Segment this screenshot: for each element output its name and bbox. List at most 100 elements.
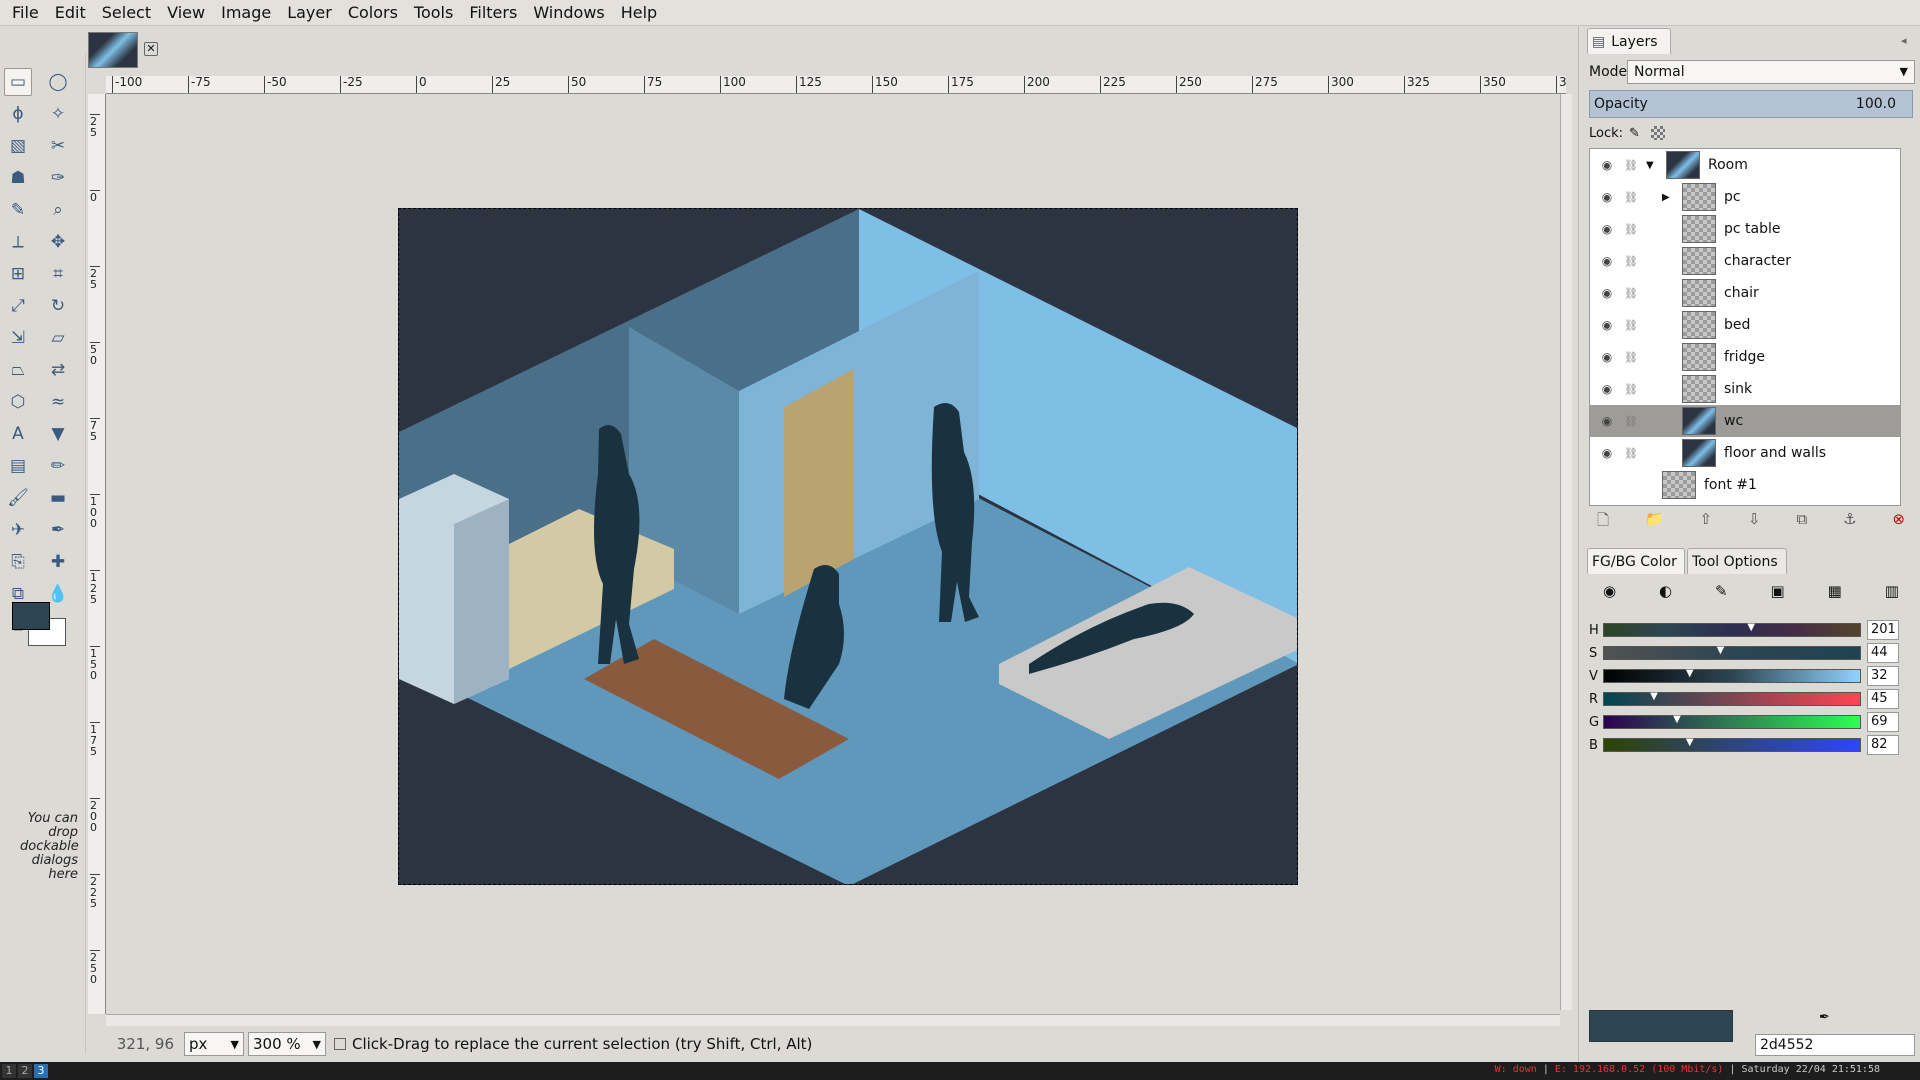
channel-value-input[interactable]: 44 bbox=[1867, 643, 1899, 663]
printer-selector-icon[interactable]: ▣ bbox=[1771, 582, 1785, 610]
color-picker-icon[interactable]: ✎ bbox=[4, 196, 32, 224]
unified-transform-icon[interactable]: ⤢ bbox=[4, 292, 32, 320]
layer-row[interactable]: ◉ ⛓ fridge bbox=[1590, 341, 1900, 373]
flip-icon[interactable]: ⇄ bbox=[44, 356, 72, 384]
scales-selector-icon[interactable]: ▥ bbox=[1885, 582, 1899, 610]
tab-fg-bg-color[interactable]: FG/BG Color bbox=[1587, 548, 1685, 574]
workspace-3[interactable]: 3 bbox=[34, 1064, 48, 1078]
ink-icon[interactable]: ✒ bbox=[44, 516, 72, 544]
chain-icon[interactable]: ⛓ bbox=[1624, 287, 1638, 300]
duplicate-layer-icon[interactable]: ⧉ bbox=[1796, 510, 1807, 534]
bucket-fill-icon[interactable]: ▼ bbox=[44, 420, 72, 448]
eye-icon[interactable]: ◉ bbox=[1598, 382, 1616, 396]
new-group-icon[interactable]: 📁 bbox=[1645, 510, 1664, 534]
layer-row[interactable]: ◉ ⛓ floor and walls bbox=[1590, 437, 1900, 469]
menu-view[interactable]: View bbox=[159, 0, 213, 26]
opacity-slider[interactable]: Opacity 100.0 bbox=[1589, 90, 1913, 118]
image-tab-thumbnail[interactable] bbox=[88, 32, 138, 68]
paths-icon[interactable]: ✑ bbox=[44, 164, 72, 192]
menu-tools[interactable]: Tools bbox=[406, 0, 461, 26]
panel-menu-icon[interactable]: ◂ bbox=[1901, 34, 1907, 47]
shear-icon[interactable]: ▱ bbox=[44, 324, 72, 352]
rotate-icon[interactable]: ↻ bbox=[44, 292, 72, 320]
paintbrush-icon[interactable]: 🖌 bbox=[4, 484, 32, 512]
channel-value-input[interactable]: 32 bbox=[1867, 666, 1899, 686]
pencil-icon[interactable]: ✏ bbox=[44, 452, 72, 480]
rect-select-icon[interactable]: ▭ bbox=[4, 68, 32, 96]
eye-icon[interactable]: ◉ bbox=[1598, 350, 1616, 364]
lower-layer-icon[interactable]: ⇩ bbox=[1748, 510, 1761, 534]
ellipse-select-icon[interactable]: ◯ bbox=[44, 68, 72, 96]
channel-value-input[interactable]: 201 bbox=[1867, 620, 1899, 640]
layer-row[interactable]: ◉ ⛓ character bbox=[1590, 245, 1900, 277]
menu-colors[interactable]: Colors bbox=[340, 0, 406, 26]
channel-slider[interactable]: ▼ bbox=[1603, 622, 1861, 637]
channel-slider[interactable]: ▼ bbox=[1603, 668, 1861, 683]
layer-row[interactable]: ◉ ⛓ pc table bbox=[1590, 213, 1900, 245]
lock-pixels-icon[interactable]: ✎ bbox=[1629, 126, 1640, 141]
raise-layer-icon[interactable]: ⇧ bbox=[1700, 510, 1713, 534]
slider-marker[interactable]: ▼ bbox=[1650, 691, 1658, 702]
move-icon[interactable]: ✥ bbox=[44, 228, 72, 256]
layer-row[interactable]: ◉ ⛓ bed bbox=[1590, 309, 1900, 341]
eraser-icon[interactable]: ▬ bbox=[44, 484, 72, 512]
free-select-icon[interactable]: ϕ bbox=[4, 100, 32, 128]
wheel-selector-icon[interactable]: ◐ bbox=[1659, 582, 1672, 610]
chain-icon[interactable]: ⛓ bbox=[1624, 223, 1638, 236]
layer-row[interactable]: ◉ ⛓ ▼ Room bbox=[1590, 149, 1900, 181]
layer-row[interactable]: ◉ ⛓ chair bbox=[1590, 277, 1900, 309]
foreground-color-swatch[interactable] bbox=[12, 602, 50, 630]
horizontal-scrollbar[interactable] bbox=[106, 1014, 1560, 1026]
workspace-1[interactable]: 1 bbox=[2, 1064, 16, 1078]
align-icon[interactable]: ⊞ bbox=[4, 260, 32, 288]
chain-icon[interactable]: ⛓ bbox=[1624, 159, 1638, 172]
crop-icon[interactable]: ⌗ bbox=[44, 260, 72, 288]
unit-selector[interactable]: px ▼ bbox=[184, 1032, 244, 1056]
scissors-select-icon[interactable]: ✂ bbox=[44, 132, 72, 160]
eye-icon[interactable]: ◉ bbox=[1598, 190, 1616, 204]
foreground-select-icon[interactable]: ☗ bbox=[4, 164, 32, 192]
eye-icon[interactable]: ◉ bbox=[1598, 254, 1616, 268]
channel-value-input[interactable]: 82 bbox=[1867, 735, 1899, 755]
slider-marker[interactable]: ▼ bbox=[1686, 737, 1694, 748]
expander-icon[interactable]: ▶ bbox=[1662, 192, 1670, 203]
image-canvas[interactable] bbox=[398, 208, 1298, 885]
slider-marker[interactable]: ▼ bbox=[1673, 714, 1681, 725]
slider-marker[interactable]: ▼ bbox=[1717, 645, 1725, 656]
chain-icon[interactable]: ⛓ bbox=[1624, 415, 1638, 428]
new-layer-icon[interactable]: 🗋 bbox=[1597, 510, 1609, 534]
expander-icon[interactable]: ▼ bbox=[1646, 160, 1654, 171]
fuzzy-select-icon[interactable]: ✧ bbox=[44, 100, 72, 128]
menu-edit[interactable]: Edit bbox=[47, 0, 94, 26]
menu-layer[interactable]: Layer bbox=[279, 0, 340, 26]
scale-icon[interactable]: ⇲ bbox=[4, 324, 32, 352]
channel-slider[interactable]: ▼ bbox=[1603, 737, 1861, 752]
layer-row[interactable]: ◉ ⛓ ▶ pc bbox=[1590, 181, 1900, 213]
delete-layer-icon[interactable]: ⊗ bbox=[1892, 510, 1905, 534]
gradient-icon[interactable]: ▤ bbox=[4, 452, 32, 480]
warp-transform-icon[interactable]: ≈ bbox=[44, 388, 72, 416]
layer-row[interactable]: font #1 bbox=[1590, 469, 1900, 501]
tab-tool-options[interactable]: Tool Options bbox=[1687, 548, 1787, 574]
menu-help[interactable]: Help bbox=[613, 0, 665, 26]
channel-value-input[interactable]: 69 bbox=[1867, 712, 1899, 732]
chain-icon[interactable]: ⛓ bbox=[1624, 351, 1638, 364]
fg-color-preview[interactable] bbox=[1589, 1010, 1733, 1042]
eye-icon[interactable]: ◉ bbox=[1598, 414, 1616, 428]
eye-icon[interactable]: ◉ bbox=[1598, 318, 1616, 332]
eye-icon[interactable]: ◉ bbox=[1598, 222, 1616, 236]
mode-selector[interactable]: Normal ▼ bbox=[1627, 60, 1915, 84]
layer-row[interactable]: ◉ ⛓ wc bbox=[1590, 405, 1900, 437]
channel-slider[interactable]: ▼ bbox=[1603, 691, 1861, 706]
menu-file[interactable]: File bbox=[4, 0, 47, 26]
clone-icon[interactable]: ⎘ bbox=[4, 548, 32, 576]
layers-list[interactable]: ◉ ⛓ ▼ Room ◉ ⛓ ▶ pc ◉ ⛓ pc table ◉ ⛓ character ◉ ⛓ chair… bbox=[1589, 148, 1901, 506]
chain-icon[interactable]: ⛓ bbox=[1624, 255, 1638, 268]
chain-icon[interactable]: ⛓ bbox=[1624, 383, 1638, 396]
channel-slider[interactable]: ▼ bbox=[1603, 645, 1861, 660]
lock-alpha-icon[interactable] bbox=[1651, 126, 1665, 140]
menu-image[interactable]: Image bbox=[213, 0, 279, 26]
slider-marker[interactable]: ▼ bbox=[1747, 622, 1755, 633]
airbrush-icon[interactable]: ✈ bbox=[4, 516, 32, 544]
zoom-selector[interactable]: 300 % ▼ bbox=[248, 1032, 326, 1056]
